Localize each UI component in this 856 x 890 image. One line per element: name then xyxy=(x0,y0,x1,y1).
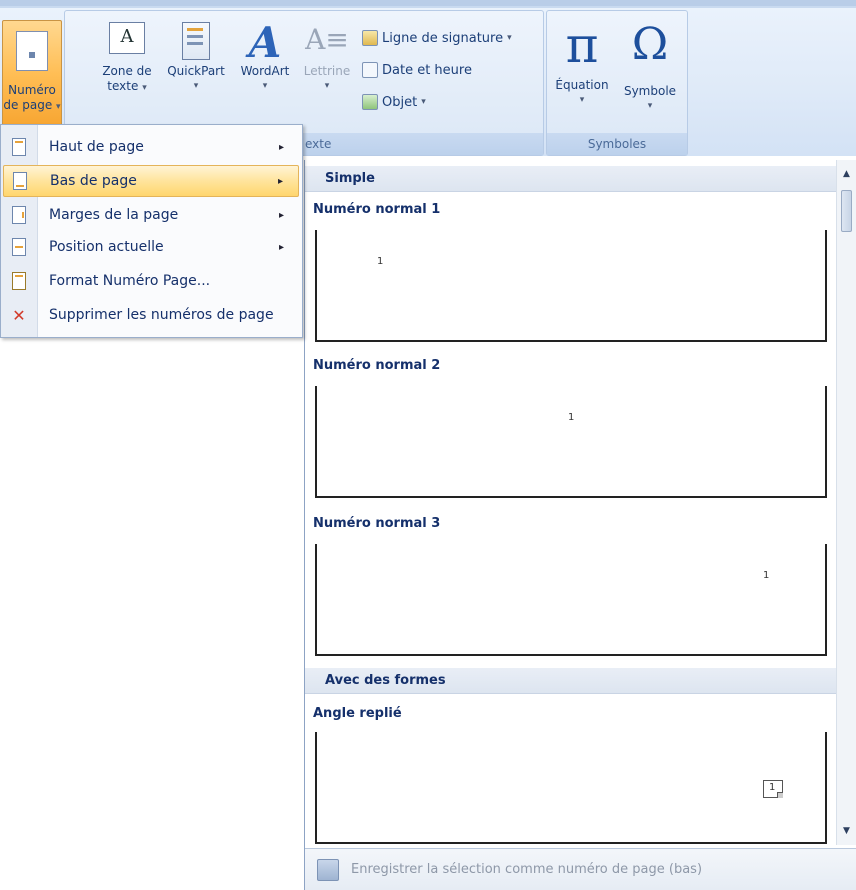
current-position-icon xyxy=(12,238,26,256)
drop-cap-icon: A≡ xyxy=(305,23,349,56)
numero-de-page-label-2: de page xyxy=(3,98,53,112)
symbole-label: Symbole xyxy=(623,84,677,98)
omega-icon: Ω xyxy=(631,19,669,70)
signature-icon xyxy=(362,30,378,46)
format-page-number-icon xyxy=(12,272,26,290)
date-et-heure-button[interactable]: Date et heure xyxy=(362,62,472,78)
section-simple-header: Simple xyxy=(305,166,836,192)
quickpart-icon xyxy=(182,22,210,60)
gallery-item-title: Numéro normal 2 xyxy=(313,358,441,373)
chevron-down-icon: ▾ xyxy=(142,83,147,93)
text-box-icon: A xyxy=(109,22,145,54)
scroll-down-icon[interactable]: ▼ xyxy=(837,821,856,841)
menu-item-format-numero-page[interactable]: Format Numéro Page... xyxy=(3,265,299,297)
lettrine-label: Lettrine xyxy=(303,64,351,78)
chevron-down-icon: ▾ xyxy=(324,81,330,91)
pi-icon: π xyxy=(565,16,599,74)
equation-button[interactable]: π Équation ▾ xyxy=(550,20,614,108)
zone-de-texte-label-2: texte xyxy=(107,79,139,93)
menu-item-position-actuelle[interactable]: Position actuelle ▸ xyxy=(3,231,299,263)
chevron-down-icon: ▾ xyxy=(421,97,426,107)
wordart-icon: A xyxy=(248,18,282,67)
save-selection-button[interactable]: Enregistrer la sélection comme numéro de… xyxy=(305,848,856,890)
submenu-arrow-icon: ▸ xyxy=(279,241,285,253)
gallery-item-title: Numéro normal 1 xyxy=(313,202,441,217)
submenu-arrow-icon: ▸ xyxy=(278,175,284,187)
chevron-down-icon: ▾ xyxy=(579,95,585,105)
ligne-de-signature-button[interactable]: Ligne de signature ▾ xyxy=(362,30,512,46)
chevron-down-icon: ▾ xyxy=(507,33,512,43)
wordart-button[interactable]: A WordArt ▾ xyxy=(232,22,298,94)
objet-button[interactable]: Objet ▾ xyxy=(362,94,426,110)
ribbon-top-border xyxy=(0,6,856,8)
numero-de-page-button[interactable]: Numéro de page ▾ xyxy=(2,20,62,128)
menu-item-label: Supprimer les numéros de page xyxy=(49,307,274,323)
submenu-arrow-icon: ▸ xyxy=(279,141,285,153)
gallery-scrollbar[interactable]: ▲ ▼ xyxy=(836,160,856,845)
equation-label: Équation xyxy=(555,78,609,92)
menu-item-supprimer-numeros[interactable]: ✕ Supprimer les numéros de page xyxy=(3,299,299,331)
numero-de-page-menu: Haut de page ▸ Bas de page ▸ Marges de l… xyxy=(0,124,303,338)
menu-item-bas-de-page[interactable]: Bas de page ▸ xyxy=(3,165,299,197)
zone-de-texte-button[interactable]: A Zone de texte ▾ xyxy=(94,22,160,96)
gallery-item-title: Angle replié xyxy=(313,706,402,721)
gallery-item-angle-replie[interactable]: 1 xyxy=(315,732,827,844)
page-number-preview: 1 xyxy=(769,782,776,793)
save-selection-label: Enregistrer la sélection comme numéro de… xyxy=(351,862,703,877)
chevron-down-icon: ▾ xyxy=(262,81,268,91)
ligne-de-signature-label: Ligne de signature xyxy=(382,30,504,46)
numero-de-page-label-1: Numéro xyxy=(8,83,56,97)
page-number-preview: 1 xyxy=(763,570,770,581)
quickpart-button[interactable]: QuickPart ▾ xyxy=(160,22,232,94)
lettrine-button[interactable]: A≡ Lettrine ▾ xyxy=(298,22,356,94)
menu-item-label: Format Numéro Page... xyxy=(49,273,211,289)
gallery-item-title: Numéro normal 3 xyxy=(313,516,441,531)
page-margins-icon xyxy=(12,206,26,224)
menu-item-label: Bas de page xyxy=(50,173,137,189)
menu-item-label: Haut de page xyxy=(49,139,144,155)
gallery-item-numero-normal-3[interactable]: 1 xyxy=(315,544,827,656)
page-number-icon xyxy=(16,31,48,71)
gallery-item-numero-normal-2[interactable]: 1 xyxy=(315,386,827,498)
delete-page-number-icon: ✕ xyxy=(12,305,26,325)
chevron-down-icon: ▾ xyxy=(647,101,653,111)
bas-de-page-gallery: Simple Numéro normal 1 1 Numéro normal 2… xyxy=(304,160,856,890)
chevron-down-icon: ▾ xyxy=(56,102,61,112)
page-footer-icon xyxy=(13,172,27,190)
symbole-button[interactable]: Ω Symbole ▾ xyxy=(618,20,682,114)
objet-label: Objet xyxy=(382,94,418,110)
submenu-arrow-icon: ▸ xyxy=(279,209,285,221)
folded-corner-shape: 1 xyxy=(763,780,783,798)
calendar-icon xyxy=(362,62,378,78)
menu-item-haut-de-page[interactable]: Haut de page ▸ xyxy=(3,131,299,163)
quickpart-label: QuickPart xyxy=(167,64,225,78)
page-number-preview: 1 xyxy=(377,256,384,267)
scroll-thumb[interactable] xyxy=(841,190,852,232)
menu-item-label: Marges de la page xyxy=(49,207,179,223)
page-number-preview: 1 xyxy=(568,412,575,423)
date-et-heure-label: Date et heure xyxy=(382,62,472,78)
zone-de-texte-label-1: Zone de xyxy=(102,64,152,78)
menu-item-marges-de-la-page[interactable]: Marges de la page ▸ xyxy=(3,199,299,231)
section-avec-des-formes-header: Avec des formes xyxy=(305,668,836,694)
menu-item-label: Position actuelle xyxy=(49,239,164,255)
page-header-icon xyxy=(12,138,26,156)
chevron-down-icon: ▾ xyxy=(193,81,199,91)
scroll-up-icon[interactable]: ▲ xyxy=(837,164,856,184)
symboles-group-label: Symboles xyxy=(547,133,687,155)
object-icon xyxy=(362,94,378,110)
wordart-label: WordArt xyxy=(240,64,290,78)
save-selection-icon xyxy=(317,858,339,881)
gallery-item-numero-normal-1[interactable]: 1 xyxy=(315,230,827,342)
